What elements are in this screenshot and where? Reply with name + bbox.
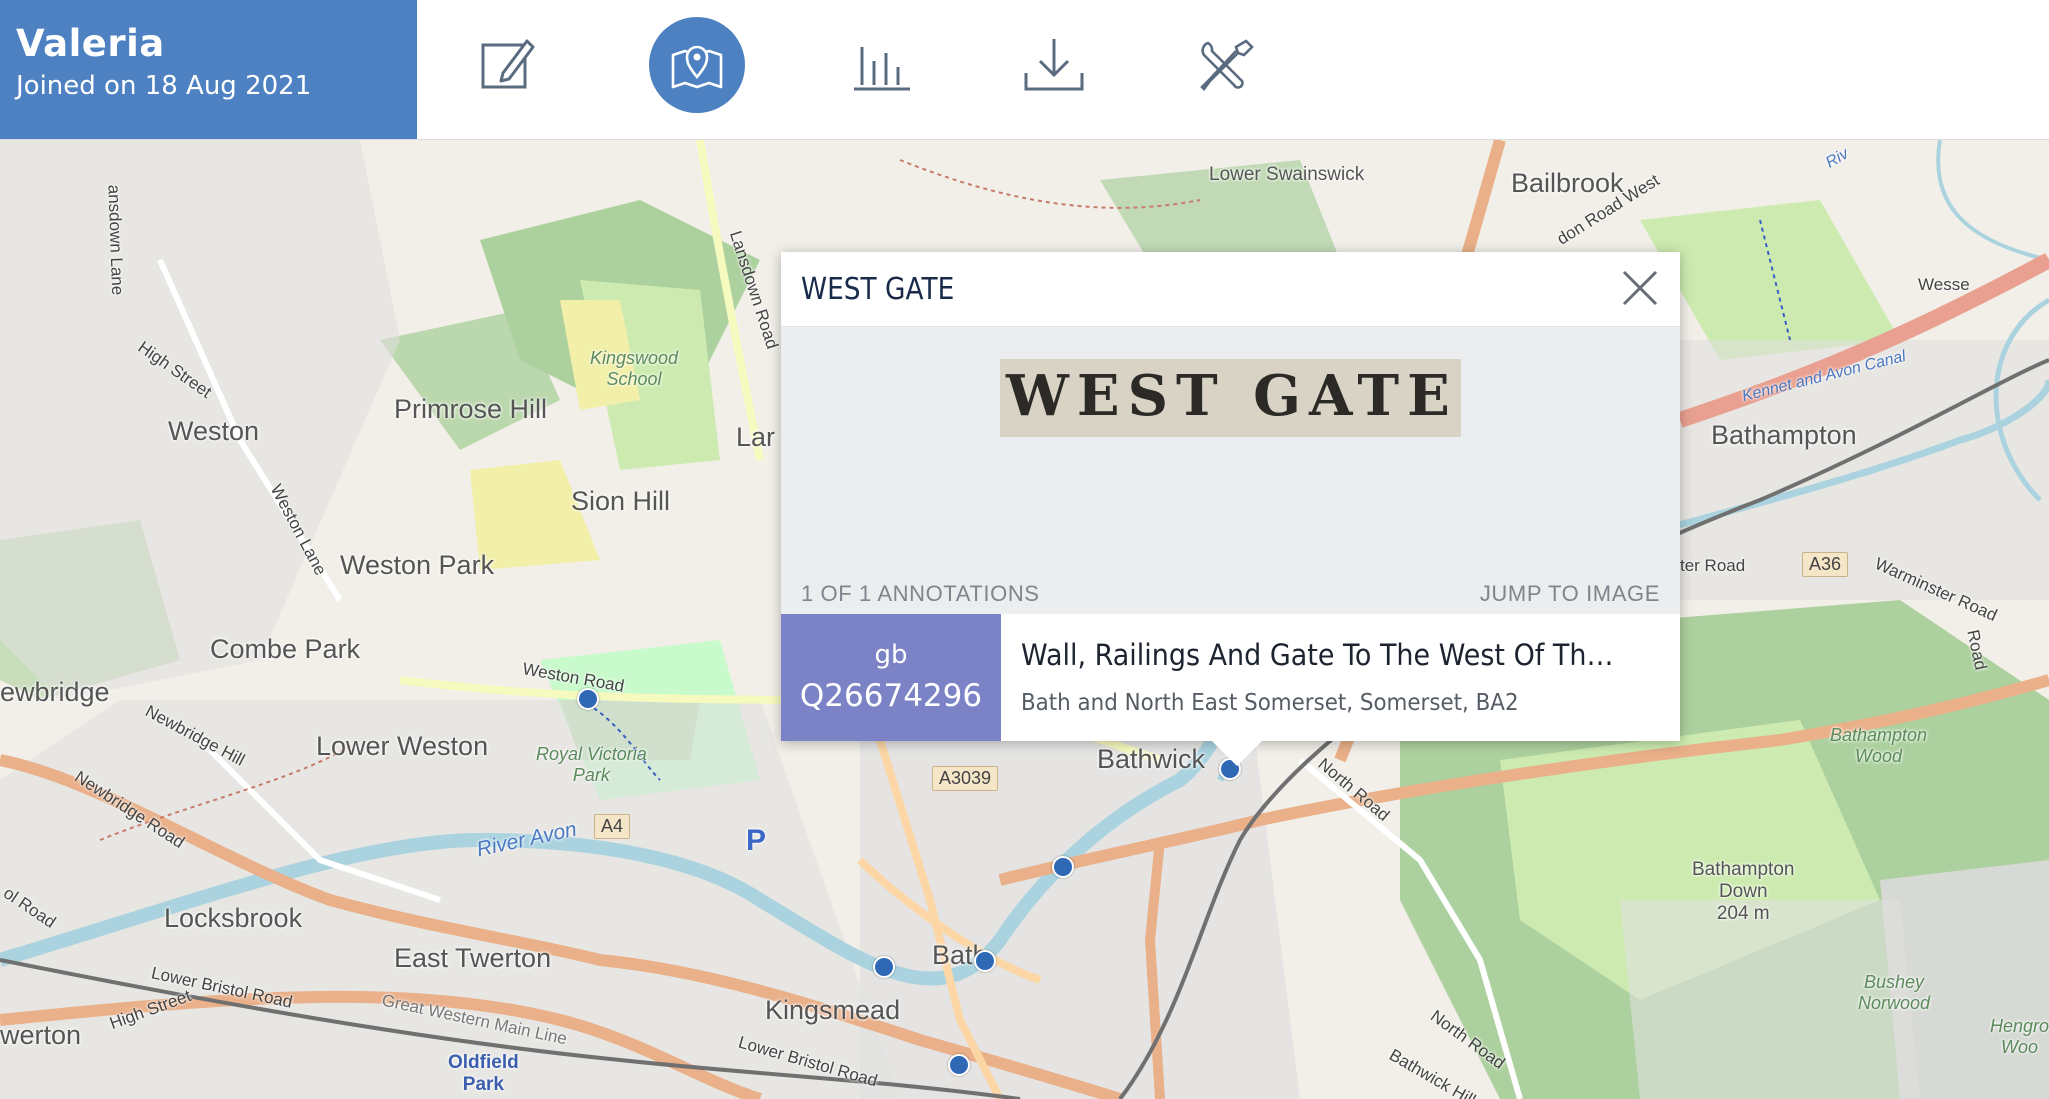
record-country-code: gb [874, 640, 908, 670]
place-bailbrook: Bailbrook [1511, 168, 1624, 198]
place-twerton: werton [0, 1020, 82, 1050]
place-lower-weston: Lower Weston [316, 731, 489, 761]
place-weston: Weston [168, 416, 260, 446]
place-wessex: Wesse [1918, 275, 1970, 294]
place-lansdown-partial: Lar [736, 422, 776, 452]
download-icon [1024, 39, 1084, 91]
place-bathampton-down: Bathampton Down 204 m [1692, 859, 1795, 924]
popup-title: WEST GATE [801, 272, 955, 307]
annotate-nav-button[interactable] [459, 17, 555, 113]
annotation-count: 1 OF 1 ANNOTATIONS [801, 581, 1040, 606]
edit-icon [481, 39, 535, 89]
record-badge: gb Q26674296 [781, 614, 1001, 741]
snippet-text: WEST GATE [1006, 363, 1458, 429]
map-marker[interactable] [1052, 856, 1074, 878]
bar-chart-icon [854, 47, 910, 91]
place-kingswood-school: Kingswood School [590, 348, 679, 389]
map-nav-button[interactable] [649, 17, 745, 113]
popup-image-area: WEST GATE 1 OF 1 ANNOTATIONS JUMP TO IMA… [781, 327, 1680, 614]
road-shield-a3039: A3039 [932, 766, 999, 791]
place-kingsmead: Kingsmead [765, 995, 901, 1025]
map-marker[interactable] [948, 1054, 970, 1076]
tools-icon [1200, 39, 1254, 91]
place-lower-swainswick: Lower Swainswick [1209, 164, 1365, 185]
linked-record-card[interactable]: gb Q26674296 Wall, Railings And Gate To … [781, 614, 1680, 741]
record-location: Bath and North East Somerset, Somerset, … [1021, 690, 1519, 716]
place-hengrove-wood: Hengro Woo [1990, 1016, 2049, 1057]
map-marker[interactable] [974, 950, 996, 972]
top-bar: Valeria Joined on 18 Aug 2021 [0, 0, 2049, 140]
map-pin-icon [671, 45, 723, 89]
user-panel: Valeria Joined on 18 Aug 2021 [0, 0, 417, 139]
map-text-snippet-image: WEST GATE [1000, 359, 1461, 437]
user-name: Valeria [16, 22, 165, 65]
popup-pointer [1211, 740, 1263, 766]
parking-icon: P [746, 824, 767, 857]
road-shield-a36: A36 [1802, 552, 1849, 577]
record-title: Wall, Railings And Gate To The West Of T… [1021, 638, 1616, 672]
close-icon[interactable] [1618, 266, 1662, 310]
road-ter-road: ter Road [1680, 556, 1746, 575]
place-combe-park: Combe Park [210, 634, 361, 664]
map-marker[interactable] [873, 956, 895, 978]
place-oldfield-park: Oldfield Park [448, 1052, 519, 1095]
user-joined-date: Joined on 18 Aug 2021 [16, 71, 312, 101]
road-shield-a4: A4 [594, 814, 631, 839]
place-royal-victoria-park: Royal Victoria Park [536, 744, 647, 785]
tools-nav-button[interactable] [1178, 17, 1274, 113]
place-east-twerton: East Twerton [394, 943, 552, 973]
place-newbridge: ewbridge [0, 677, 110, 707]
popup-header: WEST GATE [781, 252, 1680, 327]
place-bathampton-wood: Bathampton Wood [1830, 725, 1928, 766]
place-sion-hill: Sion Hill [571, 486, 671, 516]
stats-nav-button[interactable] [834, 17, 930, 113]
map-marker[interactable] [577, 688, 599, 710]
place-bushey-norwood: Bushey Norwood [1858, 972, 1931, 1013]
place-weston-park: Weston Park [340, 550, 495, 580]
place-bathwick: Bathwick [1097, 744, 1206, 774]
road-lansdown-lane: ansdown Lane [104, 184, 128, 296]
place-primrose-hill: Primrose Hill [394, 394, 548, 424]
place-locksbrook: Locksbrook [164, 903, 303, 933]
place-bathampton: Bathampton [1711, 420, 1857, 450]
jump-to-image-link[interactable]: JUMP TO IMAGE [1480, 581, 1660, 607]
annotation-popup: WEST GATE WEST GATE 1 OF 1 ANNOTATIONS J… [781, 252, 1680, 741]
record-id: Q26674296 [799, 678, 983, 714]
download-nav-button[interactable] [1006, 17, 1102, 113]
